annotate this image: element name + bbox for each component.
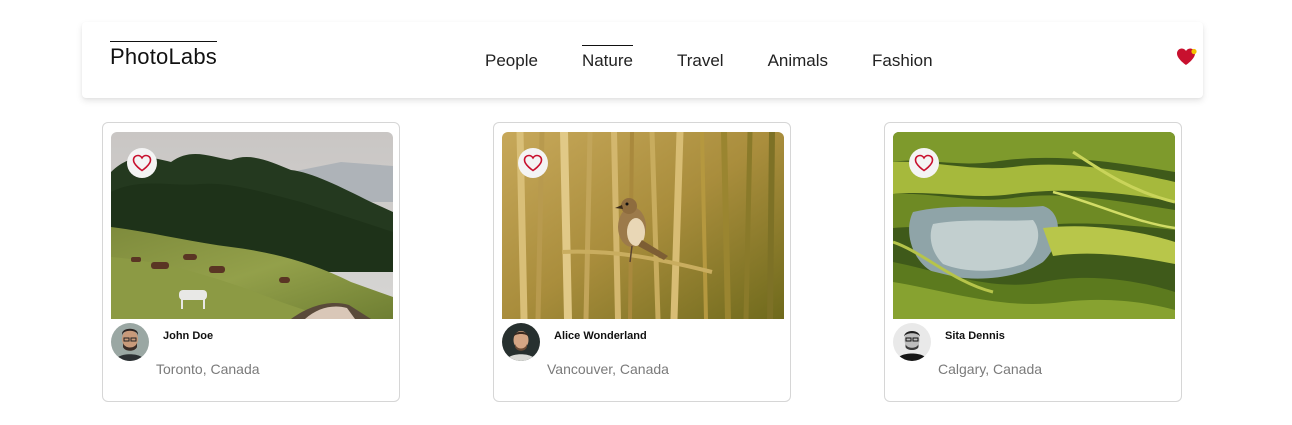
photo-card: Alice Wonderland Vancouver, Canada	[493, 122, 791, 402]
photo-location: Vancouver, Canada	[547, 361, 669, 377]
top-navigation-bar: PhotoLabs People Nature Travel Animals F…	[82, 22, 1203, 98]
like-button[interactable]	[518, 148, 548, 178]
topic-list: People Nature Travel Animals Fashion	[485, 45, 977, 73]
avatar[interactable]	[111, 323, 149, 361]
topic-nature[interactable]: Nature	[581, 45, 633, 73]
photo-image[interactable]	[893, 132, 1175, 319]
topic-animals[interactable]: Animals	[768, 45, 828, 73]
photo-location: Calgary, Canada	[938, 361, 1043, 377]
topic-fashion[interactable]: Fashion	[872, 45, 932, 73]
like-button[interactable]	[909, 148, 939, 178]
avatar[interactable]	[893, 323, 931, 361]
photo-location: Toronto, Canada	[156, 361, 260, 377]
topic-people[interactable]: People	[485, 45, 538, 73]
heart-outline-icon	[523, 154, 543, 172]
photo-image[interactable]	[111, 132, 393, 319]
app-logo[interactable]: PhotoLabs	[110, 41, 217, 70]
heart-outline-icon	[914, 154, 934, 172]
photographer-name: Alice Wonderland	[554, 330, 647, 342]
photo-image[interactable]	[502, 132, 784, 319]
like-button[interactable]	[127, 148, 157, 178]
favourites-heart-icon[interactable]	[1176, 47, 1198, 67]
heart-outline-icon	[132, 154, 152, 172]
topic-travel[interactable]: Travel	[677, 45, 724, 73]
photographer-name: John Doe	[163, 330, 214, 342]
notification-dot	[1191, 48, 1197, 55]
photo-card: John Doe Toronto, Canada	[102, 122, 400, 402]
avatar[interactable]	[502, 323, 540, 361]
photographer-name: Sita Dennis	[945, 330, 1005, 342]
photo-card: Sita Dennis Calgary, Canada	[884, 122, 1182, 402]
